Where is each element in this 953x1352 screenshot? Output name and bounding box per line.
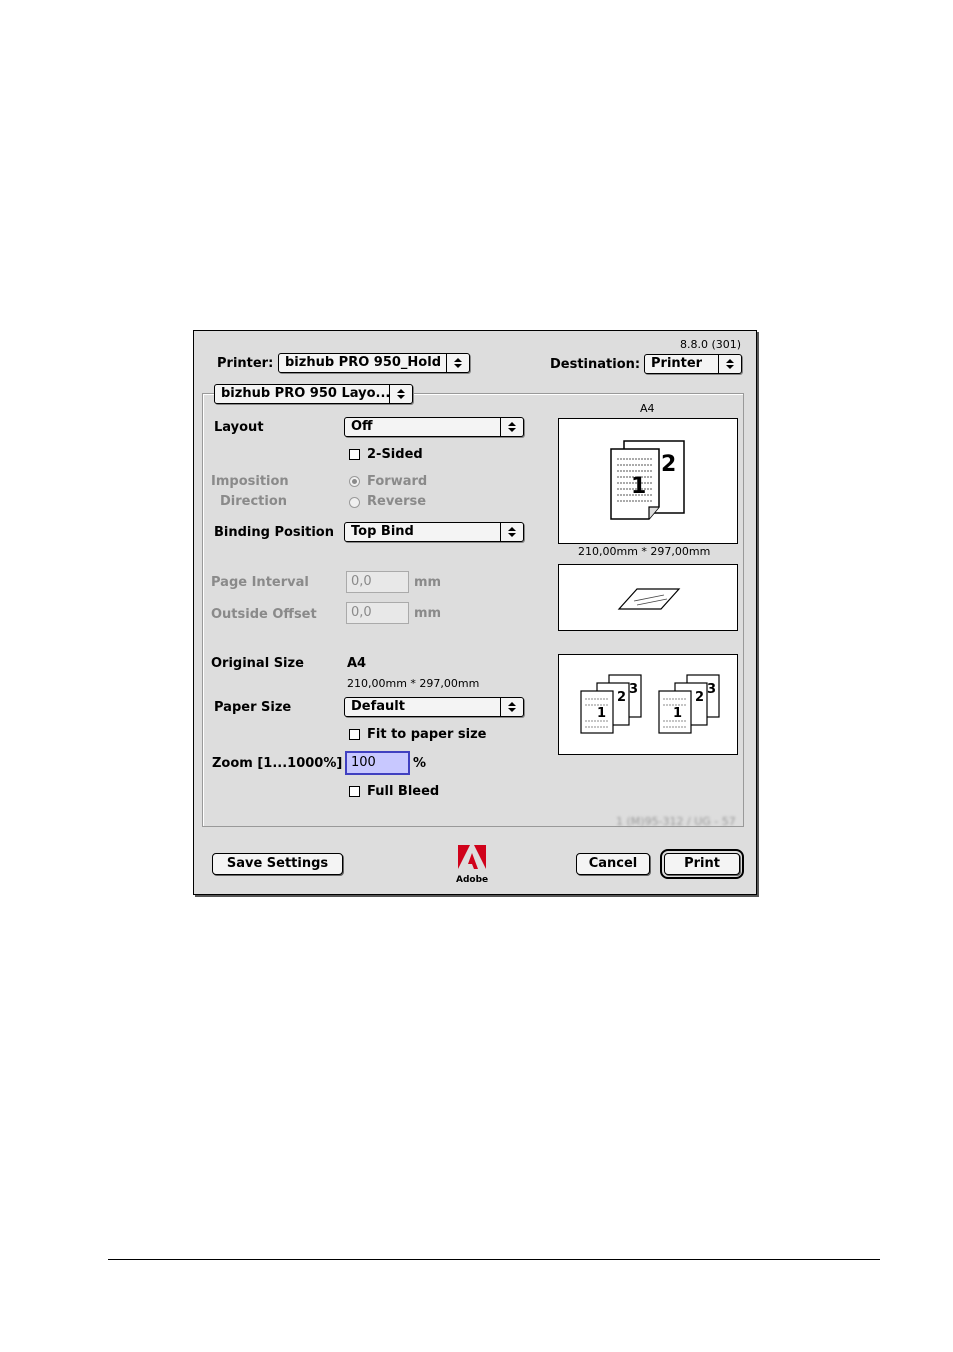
- paper-size-label: Paper Size: [214, 700, 292, 715]
- original-size-value: A4: [347, 656, 367, 671]
- multi-page-preview: 321 321: [558, 654, 738, 755]
- adobe-logo-text: Adobe: [456, 875, 489, 885]
- reverse-label: Reverse: [367, 494, 427, 509]
- paper-size-value: Default: [351, 699, 405, 714]
- svg-text:1: 1: [597, 706, 606, 721]
- layout-value: Off: [351, 419, 373, 434]
- popup-arrows-icon: [500, 523, 523, 541]
- zoom-label: Zoom [1...1000%]: [212, 756, 343, 771]
- paper-size-popup[interactable]: Default: [344, 697, 524, 717]
- zoom-input[interactable]: 100: [345, 751, 410, 775]
- fit-to-paper-label: Fit to paper size: [367, 727, 487, 742]
- destination-popup[interactable]: Printer: [644, 354, 742, 374]
- printer-label: Printer:: [217, 356, 274, 371]
- sheet-orientation-icon: [617, 588, 681, 610]
- reverse-radio[interactable]: [349, 497, 360, 508]
- layout-popup[interactable]: Off: [344, 417, 524, 437]
- popup-arrows-icon: [500, 418, 523, 436]
- orientation-preview: [558, 564, 738, 631]
- adobe-logo: Adobe: [456, 843, 492, 885]
- panel-menu-value: bizhub PRO 950 Layo...: [221, 386, 391, 401]
- svg-text:3: 3: [707, 682, 716, 697]
- page-interval-field[interactable]: 0,0: [346, 571, 409, 593]
- print-button[interactable]: Print: [660, 849, 744, 879]
- panel-menu-popup[interactable]: bizhub PRO 950 Layo...: [214, 384, 413, 404]
- layout-label: Layout: [214, 420, 264, 435]
- original-size-dims: 210,00mm * 297,00mm: [347, 677, 480, 690]
- full-bleed-label: Full Bleed: [367, 784, 440, 799]
- two-sided-checkbox[interactable]: [349, 449, 360, 460]
- page-footer-rule: [108, 1259, 880, 1260]
- zoom-percent: %: [413, 756, 427, 771]
- booklet-pages-icon: 2 1: [610, 440, 685, 520]
- full-bleed-checkbox[interactable]: [349, 786, 360, 797]
- forward-label: Forward: [367, 474, 428, 489]
- svg-text:2: 2: [617, 690, 626, 705]
- direction-label: Direction: [220, 494, 288, 509]
- preview-paper-name: A4: [640, 402, 655, 415]
- stacked-pages-icon: 321 321: [580, 674, 720, 734]
- binding-position-value: Top Bind: [351, 524, 414, 539]
- imposition-label: Imposition: [211, 474, 289, 489]
- page-interval-unit: mm: [414, 575, 442, 590]
- two-sided-label: 2-Sided: [367, 447, 423, 462]
- destination-value: Printer: [651, 356, 703, 371]
- page-interval-label: Page Interval: [211, 575, 309, 590]
- popup-arrows-icon: [500, 698, 523, 716]
- outside-offset-field[interactable]: 0,0: [346, 602, 409, 624]
- outside-offset-unit: mm: [414, 606, 442, 621]
- version-label: 8.8.0 (301): [680, 338, 742, 351]
- print-dialog: 8.8.0 (301) Printer: bizhub PRO 950_Hold…: [193, 330, 757, 895]
- popup-arrows-icon: [389, 385, 412, 403]
- forward-radio[interactable]: [349, 476, 360, 487]
- popup-arrows-icon: [446, 354, 469, 372]
- build-id-label: 1 (M)95-312 / UG - 57: [616, 815, 736, 828]
- preview-paper-dims: 210,00mm * 297,00mm: [578, 545, 711, 558]
- popup-arrows-icon: [718, 355, 741, 373]
- printer-popup[interactable]: bizhub PRO 950_Hold: [278, 353, 470, 373]
- svg-text:3: 3: [629, 682, 638, 697]
- adobe-logo-icon: [458, 845, 486, 869]
- cancel-button[interactable]: Cancel: [576, 853, 650, 875]
- printer-value: bizhub PRO 950_Hold: [285, 355, 441, 370]
- fit-to-paper-checkbox[interactable]: [349, 729, 360, 740]
- svg-text:1: 1: [631, 474, 646, 499]
- layout-preview: 2 1: [558, 418, 738, 544]
- destination-label: Destination:: [550, 357, 641, 372]
- save-settings-button[interactable]: Save Settings: [212, 853, 343, 875]
- binding-position-label: Binding Position: [214, 525, 334, 540]
- svg-text:2: 2: [695, 690, 704, 705]
- outside-offset-label: Outside Offset: [211, 607, 317, 622]
- original-size-label: Original Size: [211, 656, 304, 671]
- svg-text:2: 2: [661, 452, 676, 477]
- binding-position-popup[interactable]: Top Bind: [344, 522, 524, 542]
- svg-text:1: 1: [673, 706, 682, 721]
